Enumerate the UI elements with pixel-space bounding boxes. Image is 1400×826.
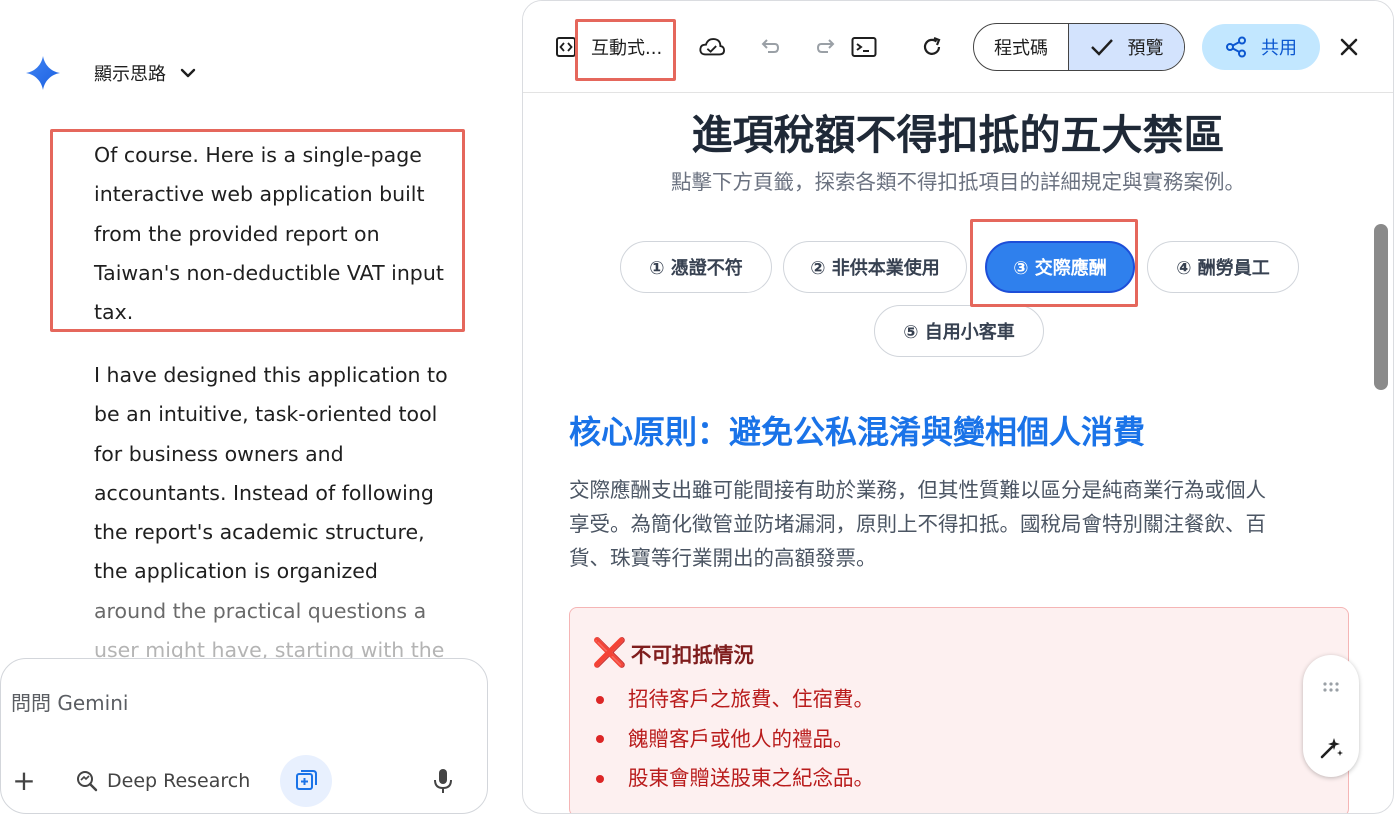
gemini-star-icon	[26, 56, 60, 90]
bullet-icon	[596, 695, 604, 704]
section-paragraph: 交際應酬支出雖可能間接有助於業務，但其性質難以區分是純商業行為或個人 享受。為簡…	[569, 473, 1349, 575]
floating-tools	[1303, 655, 1359, 777]
message-line: from the provided report on	[94, 221, 380, 246]
non-deductible-box: ❌ 不可扣抵情況 招待客戶之旅費、住宿費。 餽贈客戶或他人的禮品。 股東會贈送股…	[569, 607, 1349, 813]
paragraph-line: 享受。為簡化徵管並防堵漏洞，原則上不得扣抵。國稅局會特別關注餐飲、百	[569, 512, 1266, 536]
refresh-icon[interactable]	[919, 34, 945, 60]
chevron-down-icon	[180, 68, 196, 78]
bullet-icon	[596, 774, 604, 783]
paragraph-line: 貨、珠寶等行業開出的高額發票。	[569, 546, 877, 570]
cross-mark-icon: ❌	[592, 636, 627, 669]
non-deductible-title: ❌ 不可扣抵情況	[592, 636, 754, 669]
undo-icon[interactable]	[757, 34, 783, 60]
app-title: 進項稅額不得扣抵的五大禁區	[691, 111, 1225, 159]
drag-handle-icon[interactable]	[1322, 681, 1340, 693]
prompt-input[interactable]: 問問 Gemini	[11, 687, 128, 716]
deep-research-label: Deep Research	[107, 770, 251, 792]
message-line: the application is organized	[94, 559, 378, 584]
assistant-message-intro: Of course. Here is a single-page interac…	[94, 136, 454, 332]
assistant-message-design: I have designed this application to be a…	[94, 356, 454, 670]
console-icon[interactable]	[851, 34, 877, 60]
list-item-text: 餽贈客戶或他人的禮品。	[628, 726, 854, 751]
sparkle-edit-icon[interactable]	[1318, 735, 1344, 761]
message-line: I have designed this application to	[94, 363, 448, 387]
bullet-icon	[596, 735, 604, 744]
message-line: interactive web application built	[94, 182, 425, 207]
message-line: Taiwan's non-deductible VAT input	[94, 260, 444, 285]
non-deductible-title-text: 不可扣抵情況	[630, 642, 754, 667]
section-title: 核心原則：避免公私混淆與變相個人消費	[569, 413, 1146, 451]
tab-employee-rewards[interactable]: ④ 酬勞員工	[1147, 241, 1299, 293]
preview-tab[interactable]: 預覽	[1068, 24, 1184, 70]
check-icon	[1090, 39, 1113, 56]
deep-research-button[interactable]: Deep Research	[75, 769, 250, 793]
chat-pane: 顯示思路 Of course. Here is a single-page in…	[0, 0, 505, 826]
tab-non-business-use[interactable]: ② 非供本業使用	[783, 241, 967, 293]
canvas-button[interactable]	[280, 755, 333, 807]
preview-viewport: 進項稅額不得扣抵的五大禁區 點擊下方頁籤，探索各類不得扣抵項目的詳細規定與實務案…	[549, 93, 1367, 813]
canvas-pane: 互動式... 程式碼 預覽 共用 進項稅額不得扣抵的五大禁區 點擊下方頁籤，探索…	[522, 0, 1394, 814]
message-line: the report's academic structure,	[94, 520, 425, 545]
add-attachment-button[interactable]: +	[11, 767, 37, 795]
tab-passenger-car[interactable]: ⑤ 自用小客車	[874, 305, 1044, 357]
show-thinking-toggle[interactable]: 顯示思路	[26, 56, 196, 90]
view-mode-toggle: 程式碼 預覽	[973, 23, 1185, 71]
message-line: tax.	[94, 300, 134, 325]
app-preview: 進項稅額不得扣抵的五大禁區 點擊下方頁籤，探索各類不得扣抵項目的詳細規定與實務案…	[549, 93, 1367, 813]
message-line: Of course. Here is a single-page	[94, 143, 422, 167]
share-icon	[1226, 36, 1246, 58]
message-line: be an intuitive, task-oriented tool	[94, 402, 438, 427]
share-label: 共用	[1261, 38, 1297, 59]
non-deductible-list: 招待客戶之旅費、住宿費。 餽贈客戶或他人的禮品。 股東會贈送股東之紀念品。	[592, 680, 874, 799]
list-item: 股東會贈送股東之紀念品。	[592, 759, 874, 799]
code-view-icon[interactable]	[553, 34, 579, 60]
redo-icon[interactable]	[813, 34, 839, 60]
message-line: around the practical questions a	[94, 598, 427, 623]
scrollbar-thumb[interactable]	[1374, 224, 1388, 390]
paragraph-line: 交際應酬支出雖可能間接有助於業務，但其性質難以區分是純商業行為或個人	[569, 478, 1266, 502]
canvas-icon	[296, 770, 318, 790]
microphone-icon[interactable]	[433, 768, 453, 794]
tab-invoice-mismatch[interactable]: ① 憑證不符	[620, 241, 772, 293]
list-item-text: 招待客戶之旅費、住宿費。	[628, 687, 874, 711]
tab-entertainment[interactable]: ③ 交際應酬	[985, 241, 1135, 293]
list-item: 招待客戶之旅費、住宿費。	[592, 680, 874, 720]
prompt-composer: 問問 Gemini + Deep Research	[0, 658, 488, 814]
message-line: accountants. Instead of following	[94, 480, 434, 505]
cloud-save-icon[interactable]	[699, 34, 725, 60]
composer-toolbar: + Deep Research	[11, 755, 481, 807]
list-item-text: 股東會贈送股東之紀念品。	[628, 766, 874, 790]
close-icon[interactable]	[1335, 33, 1363, 61]
canvas-title[interactable]: 互動式...	[591, 34, 662, 60]
app-subtitle: 點擊下方頁籤，探索各類不得扣抵項目的詳細規定與實務案例。	[671, 170, 1245, 194]
share-button[interactable]: 共用	[1202, 24, 1320, 70]
code-tab[interactable]: 程式碼	[974, 24, 1068, 70]
canvas-toolbar: 互動式... 程式碼 預覽 共用	[523, 1, 1393, 93]
message-line: for business owners and	[94, 441, 344, 466]
show-thinking-label: 顯示思路	[94, 64, 166, 85]
preview-tab-label: 預覽	[1127, 38, 1164, 59]
deep-research-icon	[77, 771, 98, 792]
list-item: 餽贈客戶或他人的禮品。	[592, 720, 874, 760]
